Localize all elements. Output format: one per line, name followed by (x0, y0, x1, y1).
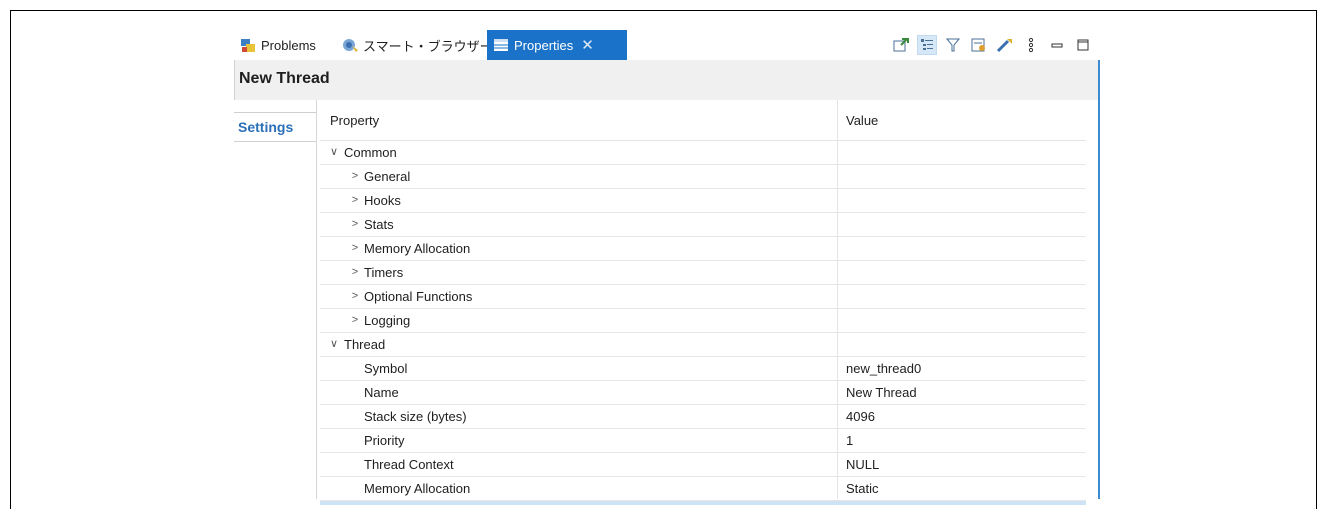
property-row[interactable]: Memory Allocation Static (320, 477, 1086, 501)
tab-smart-browser-label: スマート・ブラウザー (363, 38, 493, 54)
tab-problems[interactable]: Problems (234, 30, 322, 60)
property-row[interactable]: Thread Context NULL (320, 453, 1086, 477)
chevron-down-icon[interactable]: ∨ (328, 337, 340, 351)
property-value[interactable]: 4096 (846, 409, 875, 424)
side-divider (316, 100, 317, 499)
property-label: Thread (344, 337, 386, 352)
property-label: Stack size (bytes) (364, 409, 467, 424)
tab-problems-label: Problems (261, 37, 316, 53)
problems-icon (240, 37, 256, 53)
tab-properties-label: Properties (514, 37, 574, 53)
property-label: Memory Allocation (364, 241, 471, 256)
chevron-right-icon[interactable]: > (349, 169, 361, 183)
chevron-right-icon[interactable]: > (349, 193, 361, 207)
property-row[interactable]: Priority 1 (320, 429, 1086, 453)
maximize-icon[interactable] (1074, 36, 1092, 54)
tree-row[interactable]: > General (320, 165, 1086, 189)
tree-row[interactable]: > Optional Functions (320, 285, 1086, 309)
properties-header: New Thread (234, 60, 1100, 100)
tree-row[interactable]: > Stats (320, 213, 1086, 237)
property-grid: Property Value ∨ Common > General > Hook… (320, 100, 1086, 505)
show-advanced-icon[interactable] (970, 36, 988, 54)
chevron-right-icon[interactable]: > (349, 241, 361, 255)
property-label: Timers (364, 265, 404, 280)
property-label: Optional Functions (364, 289, 473, 304)
selected-row-highlight[interactable] (320, 501, 1086, 505)
property-label: Logging (364, 313, 411, 328)
property-label: Thread Context (364, 457, 454, 472)
tree-row[interactable]: > Timers (320, 261, 1086, 285)
property-value[interactable]: Static (846, 481, 879, 496)
minimize-icon[interactable] (1048, 36, 1066, 54)
chevron-right-icon[interactable]: > (349, 289, 361, 303)
show-categories-icon[interactable] (917, 35, 937, 55)
tree-row[interactable]: > Memory Allocation (320, 237, 1086, 261)
restore-default-icon[interactable] (996, 36, 1014, 54)
property-value[interactable]: New Thread (846, 385, 917, 400)
filter-icon[interactable] (944, 36, 962, 54)
property-row[interactable]: Symbol new_thread0 (320, 357, 1086, 381)
view-tab-bar: Problems スマート・ブラウザー Properties ✕ (234, 30, 1100, 60)
property-value[interactable]: NULL (846, 457, 879, 472)
tab-smart-browser[interactable]: スマート・ブラウザー (336, 30, 499, 60)
property-label: Memory Allocation (364, 481, 471, 496)
column-header-value[interactable]: Value (846, 113, 878, 128)
property-label: Hooks (364, 193, 401, 208)
view-toolbar (892, 30, 1092, 60)
property-value[interactable]: 1 (846, 433, 853, 448)
tree-row-common[interactable]: ∨ Common (320, 141, 1086, 165)
view-menu-icon[interactable] (1022, 36, 1040, 54)
property-label: Stats (364, 217, 394, 232)
properties-content: Settings Property Value ∨ Common > Gener… (234, 100, 1100, 505)
smart-browser-icon (342, 37, 358, 53)
column-header-property[interactable]: Property (330, 113, 379, 128)
chevron-right-icon[interactable]: > (349, 265, 361, 279)
chevron-right-icon[interactable]: > (349, 217, 361, 231)
property-label: General (364, 169, 411, 184)
tree-row-thread[interactable]: ∨ Thread (320, 333, 1086, 357)
tree-row[interactable]: > Hooks (320, 189, 1086, 213)
close-icon[interactable]: ✕ (581, 36, 594, 54)
chevron-right-icon[interactable]: > (349, 313, 361, 327)
tab-settings[interactable]: Settings (234, 112, 316, 142)
property-value[interactable]: new_thread0 (846, 361, 921, 376)
property-label: Name (364, 385, 399, 400)
property-label: Priority (364, 433, 405, 448)
pin-editor-icon[interactable] (892, 36, 910, 54)
property-label: Common (344, 145, 397, 160)
grid-header: Property Value (320, 100, 1086, 141)
page-title: New Thread (239, 70, 330, 87)
property-label: Symbol (364, 361, 408, 376)
property-row[interactable]: Name New Thread (320, 381, 1086, 405)
properties-icon (493, 37, 509, 53)
property-row[interactable]: Stack size (bytes) 4096 (320, 405, 1086, 429)
chevron-down-icon[interactable]: ∨ (328, 145, 340, 159)
tree-row[interactable]: > Logging (320, 309, 1086, 333)
tab-properties[interactable]: Properties ✕ (487, 30, 627, 60)
properties-view: Problems スマート・ブラウザー Properties ✕ New Thr… (234, 30, 1100, 505)
